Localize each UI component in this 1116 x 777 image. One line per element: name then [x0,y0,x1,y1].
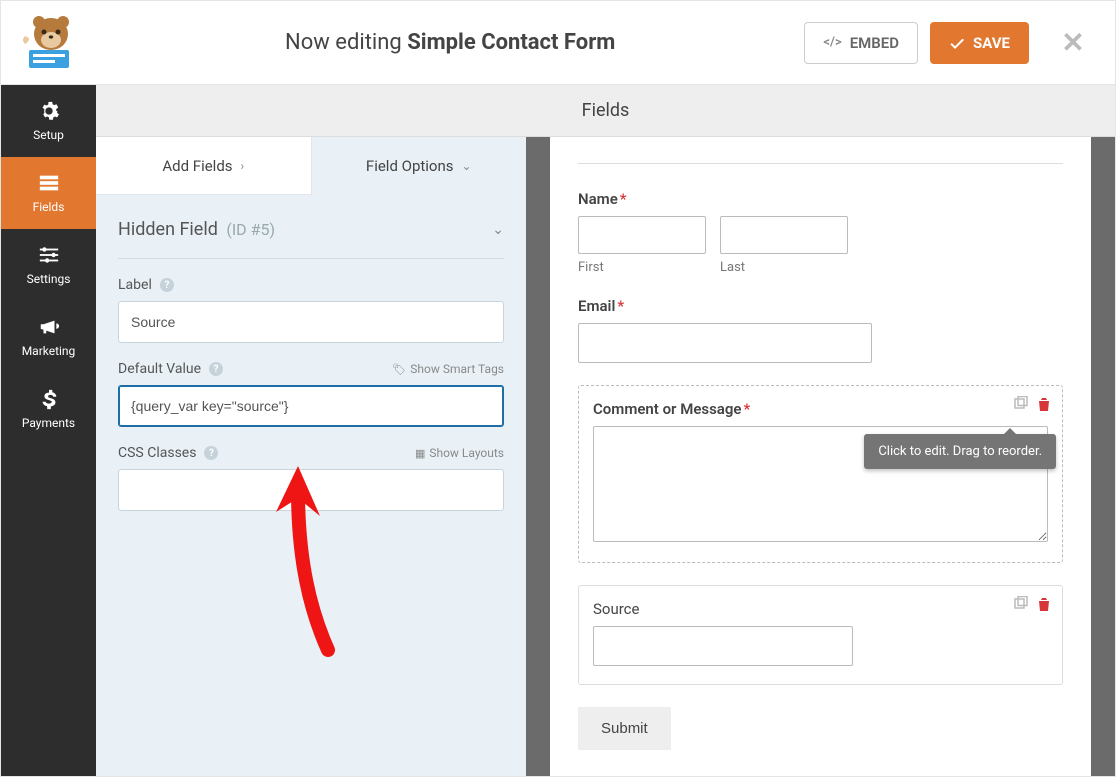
chevron-down-icon: ⌄ [492,222,504,238]
help-icon[interactable]: ? [204,446,218,460]
grid-icon: ▦ [415,447,425,460]
first-name-input[interactable] [578,216,706,254]
sidebar-item-setup[interactable]: Setup [1,85,96,157]
label-input[interactable] [118,301,504,343]
panel-header: Fields [96,85,1115,137]
chevron-right-icon: › [241,159,245,173]
bullhorn-icon [38,316,60,338]
show-smart-tags-link[interactable]: 🏷 Show Smart Tags [392,362,504,376]
app-logo [1,14,96,72]
field-email[interactable]: Email* [578,297,1063,363]
form-name: Simple Contact Form [407,30,615,55]
submit-button[interactable]: Submit [578,707,671,750]
close-button[interactable]: ✕ [1051,26,1095,59]
field-source[interactable]: Source [578,585,1063,685]
field-name[interactable]: Name* First Last [578,190,1063,275]
first-sublabel: First [578,260,706,275]
required-mark: * [620,190,627,208]
default-value-input[interactable] [118,385,504,427]
sliders-icon [38,244,60,266]
tag-icon: 🏷 [392,363,406,376]
sidebar-label: Marketing [22,344,76,358]
trash-icon[interactable] [1036,396,1052,412]
section-toggle-hidden-field[interactable]: Hidden Field (ID #5) ⌄ [118,219,504,240]
sidebar-label: Payments [22,416,75,430]
sidebar-label: Settings [27,272,71,286]
page-title: Now editing Simple Contact Form [96,30,804,55]
form-preview: Name* First Last [526,137,1115,776]
help-icon[interactable]: ? [209,362,223,376]
save-button[interactable]: SAVE [930,22,1029,64]
editing-prefix: Now editing [285,30,407,55]
reorder-tooltip: Click to edit. Drag to reorder. [864,434,1056,469]
sidebar-label: Setup [33,128,64,142]
gear-icon [38,100,60,122]
sidebar-item-marketing[interactable]: Marketing [1,301,96,373]
list-icon [38,172,60,194]
sidebar-label: Fields [33,200,65,214]
source-input[interactable] [593,626,853,666]
last-sublabel: Last [720,260,848,275]
field-options-panel: Add Fields › Field Options ⌄ Hidden Fiel… [96,137,526,776]
code-icon: </> [823,35,841,50]
tab-field-options[interactable]: Field Options ⌄ [312,137,527,195]
label-label: Label [118,277,152,293]
duplicate-icon[interactable] [1012,396,1028,412]
sidebar-item-payments[interactable]: Payments [1,373,96,445]
tab-add-fields[interactable]: Add Fields › [96,137,312,195]
save-label: SAVE [973,34,1010,52]
css-classes-input[interactable] [118,469,504,511]
email-input[interactable] [578,323,872,363]
duplicate-icon[interactable] [1012,596,1028,616]
required-mark: * [617,297,624,315]
sidebar-item-fields[interactable]: Fields [1,157,96,229]
css-classes-label: CSS Classes [118,445,196,461]
last-name-input[interactable] [720,216,848,254]
dollar-icon [38,388,60,410]
default-value-label: Default Value [118,361,201,377]
sidebar-item-settings[interactable]: Settings [1,229,96,301]
show-layouts-link[interactable]: ▦ Show Layouts [415,446,504,460]
chevron-down-icon: ⌄ [462,159,472,173]
field-comment[interactable]: Comment or Message* Click to edit. Drag … [578,385,1063,563]
check-icon [949,35,965,51]
embed-label: EMBED [850,34,899,52]
left-nav: Setup Fields Settings Marketing Payments [1,85,96,776]
required-mark: * [743,400,750,418]
embed-button[interactable]: </> EMBED [804,22,918,64]
trash-icon[interactable] [1036,596,1052,616]
topbar: Now editing Simple Contact Form </> EMBE… [1,1,1115,85]
help-icon[interactable]: ? [160,278,174,292]
